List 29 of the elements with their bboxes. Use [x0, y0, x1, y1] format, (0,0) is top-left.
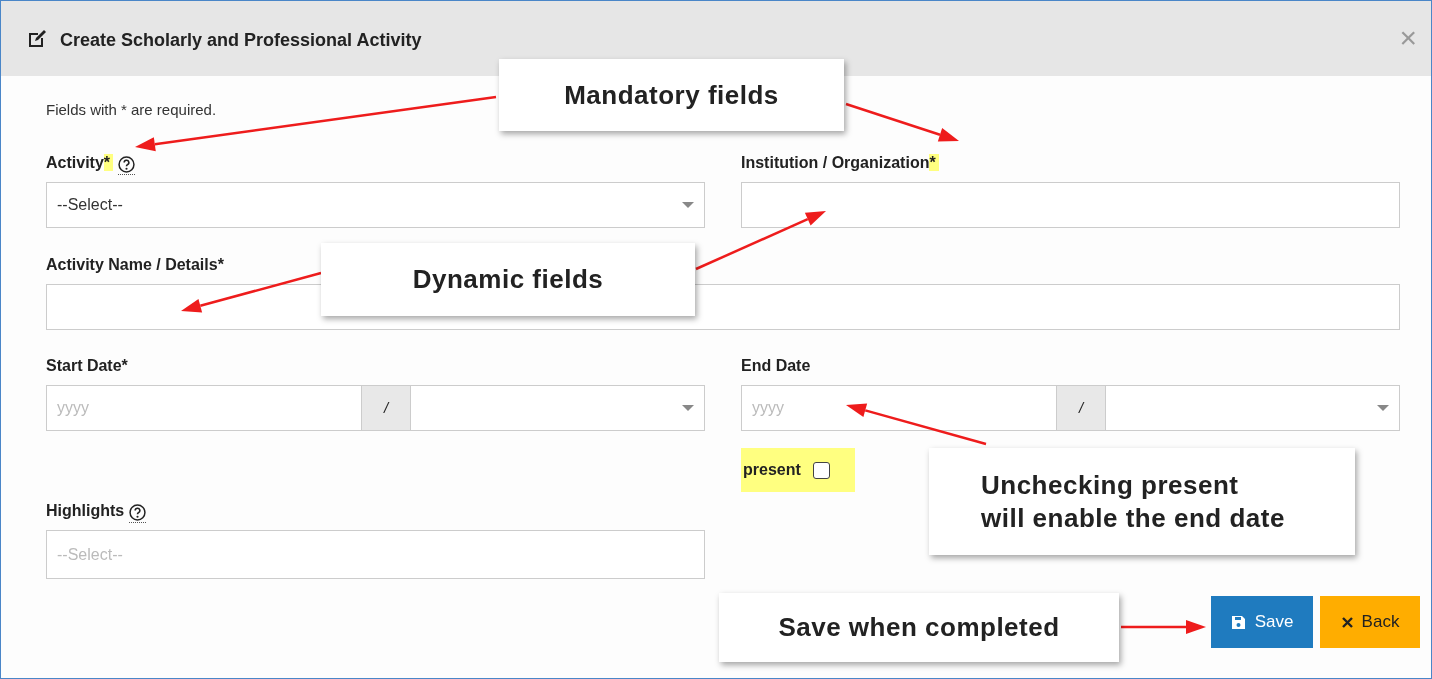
year-input[interactable]: yyyy	[46, 385, 362, 431]
select-field[interactable]: --Select--	[46, 182, 705, 228]
required-note: Fields with * are required.	[46, 100, 218, 120]
caret-icon	[682, 405, 694, 411]
field-label: Activity Name / Details*	[46, 255, 224, 275]
field-label: End Date	[741, 356, 811, 376]
edit-icon	[26, 27, 48, 50]
back-button[interactable]: Back	[1320, 596, 1420, 648]
callout-text: Unchecking present will enable the end date	[981, 468, 1286, 535]
caret-icon	[1377, 405, 1389, 411]
text-input[interactable]	[741, 182, 1400, 228]
dialog-title: Create Scholarly and Professional Activity	[60, 28, 422, 52]
separator-label: /	[362, 385, 410, 431]
field-label: Start Date*	[46, 356, 128, 376]
close-icon	[1340, 615, 1354, 629]
callout-text: Mandatory fields	[563, 78, 780, 112]
help-icon	[129, 504, 147, 523]
callout-text: Save when completed	[777, 611, 1061, 644]
month-select[interactable]	[410, 385, 705, 431]
separator-label: /	[1057, 385, 1105, 431]
help-icon	[118, 156, 136, 175]
field-label: Highlights	[46, 501, 125, 521]
month-select[interactable]	[1105, 385, 1400, 431]
save-button[interactable]: Save	[1211, 596, 1313, 648]
caret-icon	[682, 202, 694, 208]
present-checkbox[interactable]: present	[741, 448, 855, 492]
floppy-icon	[1230, 614, 1246, 630]
callout-text: Dynamic fields	[411, 263, 605, 296]
year-input[interactable]: yyyy	[741, 385, 1057, 431]
